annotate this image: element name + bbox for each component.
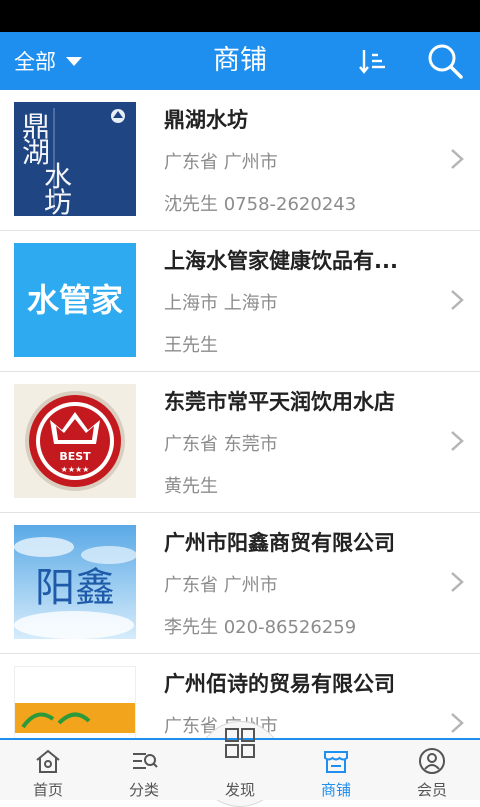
tab-category[interactable]: 分类 [96, 740, 192, 800]
shop-contact: 沈先生 0758-2620243 [164, 194, 357, 215]
shop-logo: 鼎 湖 水 坊 [14, 102, 136, 216]
shop-region: 上海市 上海市 [164, 293, 278, 314]
shop-region: 广东省 广州市 [164, 575, 278, 596]
search-button[interactable] [426, 42, 466, 80]
svg-text:坊: 坊 [44, 186, 72, 216]
shop-logo: BEST ★★★★ [14, 384, 136, 498]
search-icon [428, 44, 463, 79]
svg-text:BEST: BEST [59, 450, 91, 463]
shop-list-item[interactable]: 阳鑫 广州市阳鑫商贸有限公司 广东省 广州市 李先生 020-86526259 [0, 513, 480, 654]
chevron-right-icon [451, 290, 464, 310]
shop-name: 鼎湖水坊 [164, 108, 248, 132]
shop-contact: 黄先生 [164, 476, 218, 497]
tab-label: 首页 [32, 781, 63, 799]
shop-logo: 阳鑫 [14, 525, 136, 639]
shop-region: 广东省 东莞市 [164, 434, 278, 455]
shop-list-item[interactable]: 鼎 湖 水 坊 鼎湖水坊 广东省 广州市 沈先生 0758-2620243 [0, 90, 480, 231]
tab-discover[interactable]: 发现 [192, 728, 288, 800]
tab-label: 商铺 [320, 781, 351, 799]
user-icon [419, 748, 445, 774]
top-nav-bar: 全部 商铺 [0, 32, 480, 90]
sort-icon [359, 50, 385, 74]
shop-contact: 李先生 020-86526259 [164, 617, 357, 638]
shop-list-item[interactable]: BEST ★★★★ 东莞市常平天润饮用水店 广东省 东莞市 黄先生 [0, 372, 480, 513]
grid-icon [225, 728, 255, 758]
shop-list-item[interactable]: 水管家 上海水管家健康饮品有... 上海市 上海市 王先生 [0, 231, 480, 372]
chevron-right-icon [451, 431, 464, 451]
bottom-tab-bar: 首页 分类 发现 商铺 会员 [0, 728, 480, 800]
chevron-right-icon [451, 572, 464, 592]
tab-store[interactable]: 商铺 [288, 740, 384, 800]
svg-text:水管家: 水管家 [27, 281, 123, 319]
store-icon [324, 751, 348, 773]
caret-down-icon [66, 56, 82, 66]
shop-name: 东莞市常平天润饮用水店 [164, 390, 395, 414]
shop-name: 广州佰诗的贸易有限公司 [164, 672, 395, 696]
chevron-right-icon [451, 149, 464, 169]
category-icon [133, 753, 158, 769]
chevron-right-icon [451, 713, 464, 733]
shop-name: 广州市阳鑫商贸有限公司 [164, 531, 395, 555]
tab-home[interactable]: 首页 [0, 740, 96, 800]
tab-member[interactable]: 会员 [384, 740, 480, 800]
svg-text:阳鑫: 阳鑫 [35, 565, 115, 611]
status-bar [0, 0, 480, 32]
shop-logo: 水管家 [14, 243, 136, 357]
tab-label: 发现 [224, 781, 255, 799]
tab-label: 会员 [416, 781, 447, 799]
filter-label: 全部 [14, 50, 56, 74]
category-filter-dropdown[interactable]: 全部 [14, 32, 82, 90]
shop-name: 上海水管家健康饮品有... [164, 249, 398, 273]
shop-contact: 王先生 [164, 335, 218, 356]
shop-logo [14, 666, 136, 738]
home-icon [36, 749, 60, 773]
svg-text:★★★★: ★★★★ [61, 465, 90, 474]
tab-label: 分类 [128, 781, 159, 799]
sort-button[interactable] [358, 46, 388, 76]
shop-list: 鼎 湖 水 坊 鼎湖水坊 广东省 广州市 沈先生 0758-2620243 水管… [0, 90, 480, 738]
shop-region: 广东省 广州市 [164, 152, 278, 173]
